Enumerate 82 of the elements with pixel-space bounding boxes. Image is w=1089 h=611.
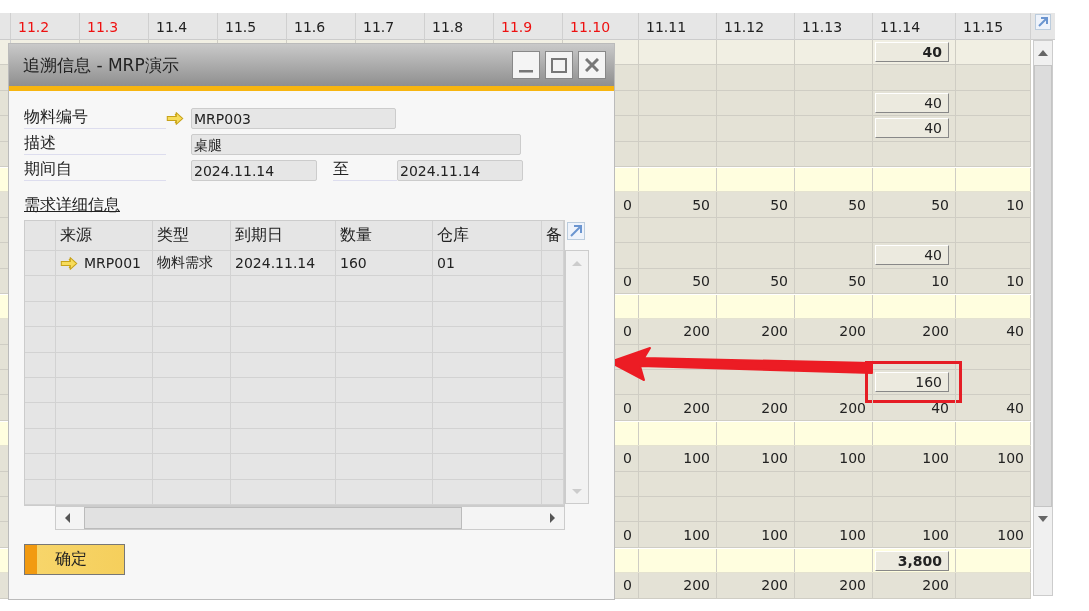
- quantity-value: 0: [623, 323, 632, 340]
- input-field[interactable]: MRP003: [191, 107, 396, 129]
- field-label: 描述: [24, 133, 166, 155]
- column-header: 数量: [336, 221, 433, 250]
- quantity-value: 40: [1006, 323, 1024, 340]
- quantity-value: 50: [692, 272, 710, 289]
- quantity-value: 200: [683, 323, 710, 340]
- minimize-icon: [519, 69, 533, 73]
- field-label: 物料编号: [24, 107, 166, 129]
- close-icon: [585, 58, 599, 72]
- quantity-value: 200: [683, 399, 710, 416]
- quantity-value: 100: [922, 526, 949, 543]
- quantity-button[interactable]: 160: [875, 372, 949, 393]
- quantity-value: 200: [922, 577, 949, 594]
- expand-icon[interactable]: [1035, 14, 1051, 30]
- maximize-icon: [551, 57, 567, 73]
- quantity-value: 0: [623, 196, 632, 213]
- quantity-value: 100: [761, 450, 788, 467]
- link-arrow-icon[interactable]: [60, 256, 78, 270]
- quantity-value: 100: [761, 526, 788, 543]
- column-header: 来源: [56, 221, 153, 250]
- close-button[interactable]: [578, 51, 606, 79]
- input-field[interactable]: 2024.11.14: [191, 159, 317, 181]
- table-cell: 物料需求: [157, 254, 213, 273]
- quantity-value: 10: [1006, 272, 1024, 289]
- column-header: 仓库: [433, 221, 542, 250]
- quantity-value: 100: [922, 450, 949, 467]
- quantity-button[interactable]: 3,800: [875, 550, 949, 571]
- quantity-value: 10: [931, 272, 949, 289]
- quantity-value: 40: [931, 399, 949, 416]
- quantity-value: 200: [761, 399, 788, 416]
- quantity-button[interactable]: 40: [875, 245, 949, 266]
- input-field[interactable]: 桌腿: [191, 133, 521, 155]
- ok-button[interactable]: 确定: [24, 543, 125, 575]
- scrollbar-thumb[interactable]: [1034, 65, 1052, 507]
- quantity-value: 100: [997, 526, 1024, 543]
- quantity-value: 50: [848, 196, 866, 213]
- minimize-button[interactable]: [512, 51, 540, 79]
- quantity-value: 0: [623, 399, 632, 416]
- table-cell: 01: [437, 255, 455, 272]
- quantity-button[interactable]: 40: [875, 118, 949, 139]
- quantity-value: 50: [848, 272, 866, 289]
- input-field[interactable]: 2024.11.14: [397, 159, 523, 181]
- quantity-value: 200: [761, 577, 788, 594]
- column-header: 备: [542, 221, 564, 250]
- quantity-value: 100: [839, 450, 866, 467]
- scrollbar[interactable]: [55, 505, 565, 530]
- quantity-value: 100: [683, 450, 710, 467]
- field-label: 期间自: [24, 159, 166, 181]
- maximize-button[interactable]: [545, 51, 573, 79]
- quantity-value: 0: [623, 577, 632, 594]
- section-title: 需求详细信息: [24, 195, 120, 216]
- quantity-value: 100: [997, 450, 1024, 467]
- quantity-value: 200: [683, 577, 710, 594]
- quantity-value: 50: [692, 196, 710, 213]
- quantity-value: 10: [1006, 196, 1024, 213]
- expand-icon[interactable]: [567, 222, 585, 240]
- link-arrow-icon[interactable]: [166, 111, 184, 125]
- quantity-value: 40: [1006, 399, 1024, 416]
- quantity-value: 200: [761, 323, 788, 340]
- table-cell: 160: [340, 255, 367, 272]
- scrollbar[interactable]: [1033, 40, 1053, 596]
- quantity-value: 50: [770, 272, 788, 289]
- quantity-button[interactable]: 40: [875, 92, 949, 113]
- quantity-value: 200: [839, 323, 866, 340]
- table-cell: MRP001: [84, 255, 141, 272]
- quantity-button[interactable]: 40: [875, 42, 949, 63]
- quantity-value: 0: [623, 526, 632, 543]
- quantity-value: 100: [683, 526, 710, 543]
- quantity-value: 200: [839, 577, 866, 594]
- column-header: 到期日: [231, 221, 336, 250]
- quantity-value: 0: [623, 272, 632, 289]
- quantity-value: 100: [839, 526, 866, 543]
- quantity-value: 0: [623, 450, 632, 467]
- scrollbar-thumb[interactable]: [84, 506, 462, 529]
- column-header: 类型: [153, 221, 231, 250]
- quantity-value: 200: [839, 399, 866, 416]
- table-cell: 2024.11.14: [235, 255, 316, 272]
- quantity-value: 50: [931, 196, 949, 213]
- quantity-value: 50: [770, 196, 788, 213]
- quantity-value: 200: [922, 323, 949, 340]
- window-title: 追溯信息 - MRP演示: [23, 53, 179, 77]
